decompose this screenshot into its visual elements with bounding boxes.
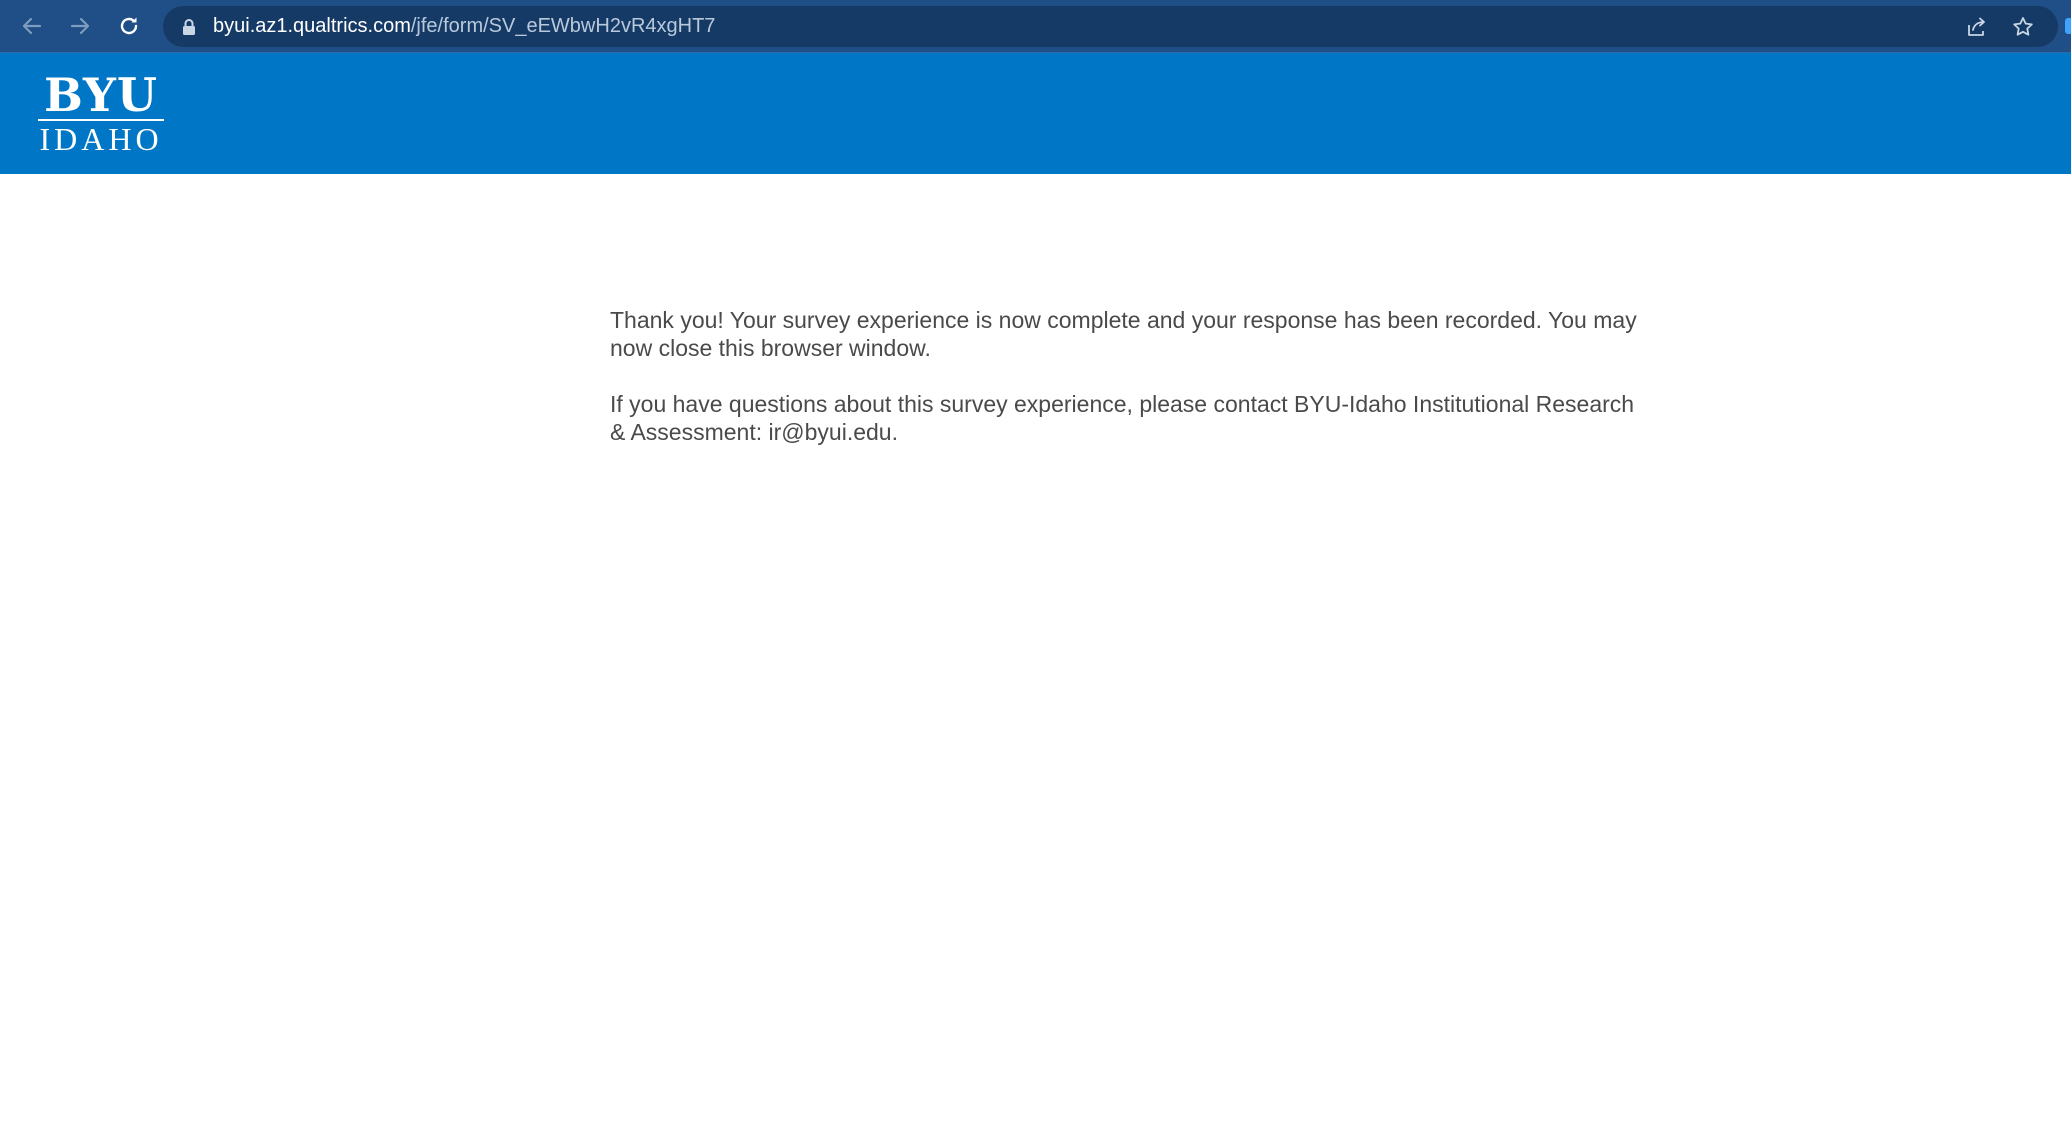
byu-idaho-logo: BYU IDAHO bbox=[36, 68, 166, 157]
contact-text: If you have questions about this survey … bbox=[610, 391, 1635, 445]
arrow-left-icon bbox=[22, 17, 42, 35]
share-button[interactable] bbox=[1964, 14, 1990, 40]
forward-button[interactable] bbox=[64, 10, 96, 42]
url-host: byui.az1.qualtrics.com bbox=[213, 15, 411, 37]
arrow-right-icon bbox=[70, 17, 90, 35]
site-header: BYU IDAHO bbox=[0, 53, 2071, 174]
reload-button[interactable] bbox=[113, 10, 145, 42]
profile-edge-indicator[interactable] bbox=[2065, 18, 2071, 34]
share-icon bbox=[1968, 17, 1985, 36]
logo-byu-text: BYU bbox=[43, 68, 159, 122]
url-text[interactable]: byui.az1.qualtrics.com/jfe/form/SV_eEWbw… bbox=[213, 6, 715, 47]
browser-toolbar: byui.az1.qualtrics.com/jfe/form/SV_eEWbw… bbox=[0, 0, 2071, 53]
address-bar[interactable]: byui.az1.qualtrics.com/jfe/form/SV_eEWbw… bbox=[163, 6, 2058, 47]
survey-complete-message: Thank you! Your survey experience is now… bbox=[610, 306, 1650, 474]
star-icon bbox=[2013, 17, 2033, 36]
url-path: /jfe/form/SV_eEWbwH2vR4xgHT7 bbox=[410, 15, 716, 37]
thank-you-text: Thank you! Your survey experience is now… bbox=[610, 307, 1637, 361]
back-button[interactable] bbox=[16, 10, 48, 42]
lock-icon[interactable] bbox=[181, 18, 197, 36]
bookmark-button[interactable] bbox=[2010, 14, 2036, 40]
logo-idaho-text: IDAHO bbox=[39, 121, 163, 157]
reload-icon bbox=[120, 17, 138, 35]
